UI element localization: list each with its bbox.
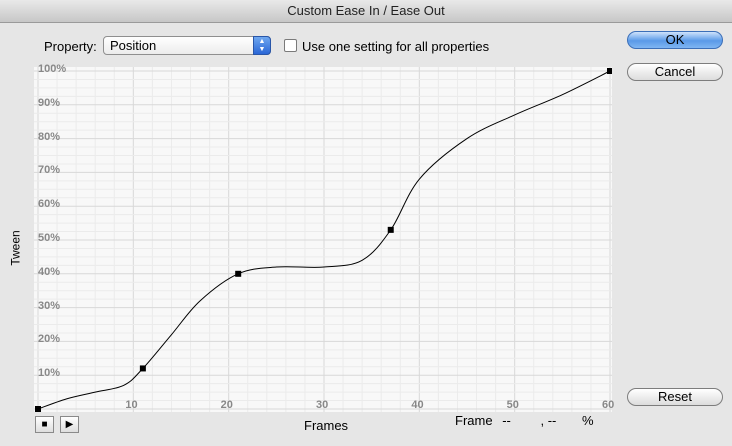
y-tick-label: 90% xyxy=(38,96,61,109)
property-label: Property: xyxy=(44,39,97,54)
y-tick-label: 20% xyxy=(38,333,61,346)
y-tick-label: 50% xyxy=(38,232,61,244)
frame-readout-unit: % xyxy=(582,413,594,428)
frame-readout-value1: -- xyxy=(502,413,511,428)
y-tick-label: 40% xyxy=(38,265,61,278)
y-tick-label: 100% xyxy=(38,63,67,75)
ease-graph[interactable] xyxy=(34,67,613,412)
window-title: Custom Ease In / Ease Out xyxy=(0,0,732,23)
play-button[interactable]: ▶ xyxy=(60,416,79,433)
reset-button[interactable]: Reset xyxy=(627,388,723,406)
control-point-0[interactable] xyxy=(35,406,41,412)
ease-curve-svg[interactable] xyxy=(34,67,613,412)
property-select[interactable]: Position ▲ ▼ xyxy=(103,36,271,55)
y-tick-label: 10% xyxy=(38,367,61,380)
x-tick-label: 30 xyxy=(316,399,329,411)
frame-readout: Frame -- , -- % xyxy=(455,413,600,428)
x-tick-label: 10 xyxy=(125,399,138,411)
y-tick-label: 60% xyxy=(38,198,61,211)
y-tick-label: 30% xyxy=(38,299,61,312)
stop-button[interactable]: ■ xyxy=(35,416,54,433)
x-tick-label: 50 xyxy=(506,399,519,411)
x-tick-label: 20 xyxy=(220,399,233,411)
one-setting-checkbox[interactable] xyxy=(284,39,297,52)
ok-button[interactable]: OK xyxy=(627,31,723,49)
control-point-2[interactable] xyxy=(235,270,242,277)
y-tick-label: 70% xyxy=(38,164,61,177)
one-setting-label[interactable]: Use one setting for all properties xyxy=(302,39,489,54)
x-tick-label: 40 xyxy=(411,399,424,411)
play-icon: ▶ xyxy=(65,419,74,430)
y-axis-label: Tween xyxy=(8,230,23,266)
cancel-button[interactable]: Cancel xyxy=(627,63,723,81)
frame-readout-value2: , -- xyxy=(540,413,557,428)
y-tick-label: 80% xyxy=(38,130,61,143)
select-arrows-icon: ▲ ▼ xyxy=(253,36,271,55)
control-point-1[interactable] xyxy=(139,365,146,372)
dialog-content: Property: Position ▲ ▼ Use one setting fo… xyxy=(0,23,732,446)
x-tick-label: 60 xyxy=(602,399,615,411)
frame-readout-label: Frame xyxy=(455,413,493,428)
property-value: Position xyxy=(110,38,157,53)
control-point-3[interactable] xyxy=(387,226,394,233)
control-point-4[interactable] xyxy=(607,68,613,74)
stop-icon: ■ xyxy=(41,419,48,430)
x-axis-label: Frames xyxy=(304,418,349,433)
